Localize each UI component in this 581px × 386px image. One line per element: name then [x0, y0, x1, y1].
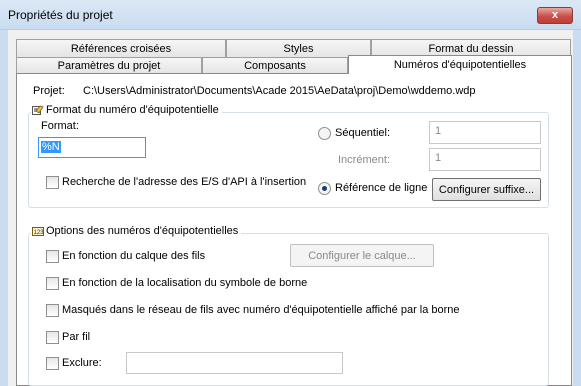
format-group-title-text: Format du numéro d'équipotentielle [46, 104, 219, 116]
format-input-value: %N [41, 141, 61, 153]
sequential-radio[interactable] [318, 127, 331, 140]
line-reference-label: Référence de ligne [335, 182, 428, 194]
exclude-input[interactable] [126, 352, 343, 374]
api-address-search-label: Recherche de l'adresse des E/S d'API à l… [62, 176, 307, 188]
line-reference-radio[interactable] [318, 182, 331, 195]
exclude-label: Exclure: [62, 357, 102, 369]
by-terminal-location-checkbox[interactable] [46, 277, 59, 290]
window-frame-right [573, 30, 581, 386]
per-wire-label: Par fil [62, 331, 91, 343]
tab-cross-references[interactable]: Références croisées [16, 39, 226, 58]
tab-wire-numbers[interactable]: Numéros d'équipotentielles [348, 55, 572, 74]
options-group-title: 123 Options des numéros d'équipotentiell… [31, 225, 242, 237]
tab-project-settings[interactable]: Paramètres du projet [16, 57, 202, 74]
format-input[interactable]: %N [38, 137, 146, 158]
per-wire-checkbox[interactable] [46, 331, 59, 344]
sequential-label: Séquentiel: [335, 127, 391, 139]
configure-suffix-button[interactable]: Configurer suffixe... [432, 178, 541, 201]
close-button[interactable]: x [537, 7, 573, 24]
by-wire-layer-checkbox[interactable] [46, 250, 59, 263]
sequential-start-input[interactable]: 1 [429, 121, 541, 144]
format-label: Format: [41, 120, 79, 132]
svg-text:123: 123 [34, 230, 45, 236]
configure-layer-button[interactable]: Configurer le calque... [290, 244, 434, 267]
options-group-icon: 123 [32, 225, 44, 237]
by-wire-layer-label: En fonction du calque des fils [62, 250, 206, 262]
by-terminal-location-label: En fonction de la localisation du symbol… [62, 277, 308, 289]
window-frame-left [0, 30, 8, 386]
increment-input[interactable]: 1 [429, 148, 541, 171]
project-label: Projet: [33, 85, 65, 97]
exclude-checkbox[interactable] [46, 357, 59, 370]
window-title: Propriétés du projet [8, 8, 113, 22]
format-group-title: Format du numéro d'équipotentielle [31, 104, 222, 116]
api-address-search-checkbox[interactable] [46, 176, 59, 189]
tab-components[interactable]: Composants [202, 57, 348, 74]
options-group-title-text: Options des numéros d'équipotentielles [46, 225, 239, 237]
radio-selected-dot [322, 186, 327, 191]
format-group-icon [32, 104, 44, 116]
hidden-in-network-checkbox[interactable] [46, 304, 59, 317]
increment-label: Incrément: [338, 154, 390, 166]
hidden-in-network-label: Masqués dans le réseau de fils avec numé… [62, 304, 460, 316]
project-path: C:\Users\Administrator\Documents\Acade 2… [83, 85, 476, 97]
